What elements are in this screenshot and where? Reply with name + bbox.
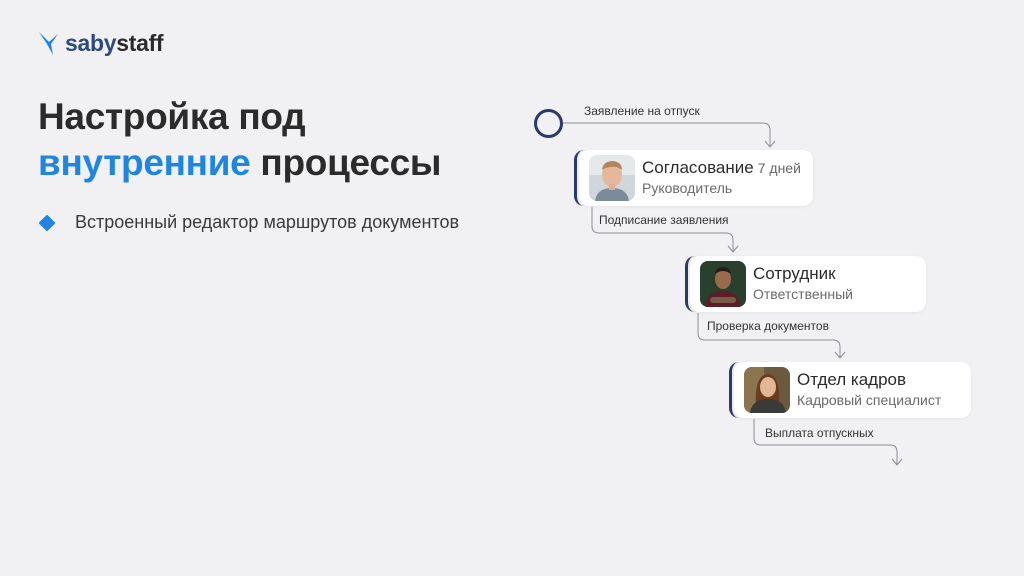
avatar [589,155,635,201]
step-title: Сотрудник [753,264,836,283]
step-transition-label: Выплата отпускных [765,426,874,440]
step-title: Согласование 7 дней [642,158,801,177]
avatar [700,261,746,307]
step-role: Ответственный [753,286,853,302]
step-role: Руководитель [642,180,733,196]
step-title: Отдел кадров [797,370,907,389]
route-step-hr[interactable]: Отдел кадров Кадровый специалист [729,362,971,418]
step-transition-label: Проверка документов [707,319,829,333]
step-role: Кадровый специалист [797,392,942,408]
step-transition-label: Подписание заявления [599,213,729,227]
route-step-approval[interactable]: Согласование 7 дней Руководитель [574,150,813,206]
route-step-employee[interactable]: Сотрудник Ответственный [685,256,926,312]
avatar [744,367,790,413]
start-step-label: Заявление на отпуск [584,104,700,118]
step-duration: 7 дней [757,160,801,176]
route-start-node[interactable] [534,109,563,138]
